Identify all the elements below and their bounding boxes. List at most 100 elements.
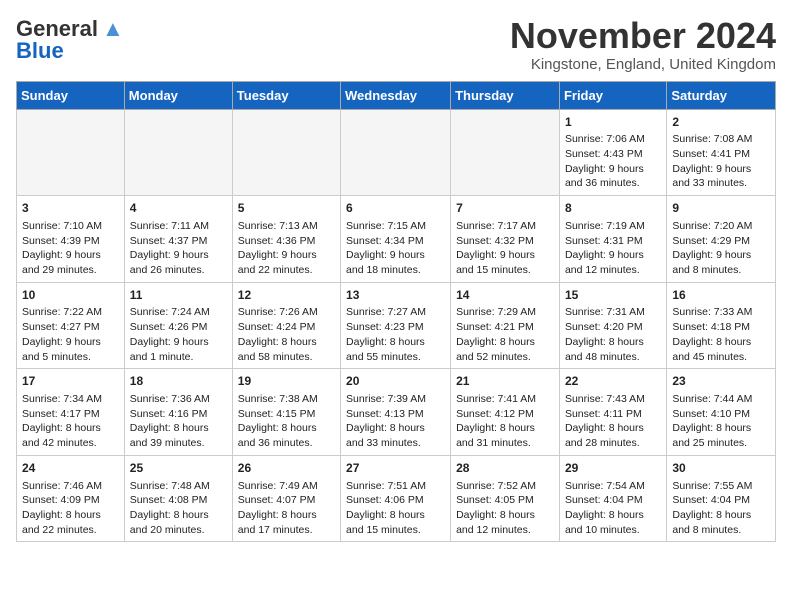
day-info-16: Sunrise: 7:33 AMSunset: 4:18 PMDaylight:… [672,305,770,364]
day-number-11: 11 [130,287,227,304]
day-info-4: Sunrise: 7:11 AMSunset: 4:37 PMDaylight:… [130,219,227,278]
day-info-22: Sunrise: 7:43 AMSunset: 4:11 PMDaylight:… [565,392,661,451]
day-number-30: 30 [672,460,770,477]
day-number-28: 28 [456,460,554,477]
day-number-15: 15 [565,287,661,304]
header-thursday: Thursday [451,81,560,109]
day-info-25: Sunrise: 7:48 AMSunset: 4:08 PMDaylight:… [130,479,227,538]
calendar-table: SundayMondayTuesdayWednesdayThursdayFrid… [16,81,776,543]
day-number-12: 12 [238,287,335,304]
calendar-empty [124,109,232,196]
calendar-day-10: 10Sunrise: 7:22 AMSunset: 4:27 PMDayligh… [17,282,125,369]
calendar-day-9: 9 Sunrise: 7:20 AMSunset: 4:29 PMDaylight… [667,196,776,283]
day-number-1: 1 [565,114,661,131]
calendar-day-22: 22Sunrise: 7:43 AMSunset: 4:11 PMDayligh… [559,369,666,456]
calendar-day-17: 17 Sunrise: 7:34 AMSunset: 4:17 PMDayligh… [17,369,125,456]
header-friday: Friday [559,81,666,109]
day-info-17: Sunrise: 7:34 AMSunset: 4:17 PMDaylight:… [22,392,119,451]
day-info-3: Sunrise: 7:10 AMSunset: 4:39 PMDaylight:… [22,219,119,278]
calendar-day-18: 18 Sunrise: 7:36 AMSunset: 4:16 PMDayligh… [124,369,232,456]
day-info-12: Sunrise: 7:26 AMSunset: 4:24 PMDaylight:… [238,305,335,364]
calendar-empty [17,109,125,196]
header-saturday: Saturday [667,81,776,109]
calendar-day-6: 6 Sunrise: 7:15 AMSunset: 4:34 PMDaylight… [341,196,451,283]
day-info-29: Sunrise: 7:54 AMSunset: 4:04 PMDaylight:… [565,479,661,538]
day-info-27: Sunrise: 7:51 AMSunset: 4:06 PMDaylight:… [346,479,445,538]
day-info-5: Sunrise: 7:13 AMSunset: 4:36 PMDaylight:… [238,219,335,278]
day-number-26: 26 [238,460,335,477]
title-block: November 2024 Kingstone, England, United… [510,16,776,73]
logo: General ▲ Blue [16,16,124,64]
logo-blue-text: Blue [16,38,64,64]
calendar-day-14: 14Sunrise: 7:29 AMSunset: 4:21 PMDayligh… [451,282,560,369]
day-info-13: Sunrise: 7:27 AMSunset: 4:23 PMDaylight:… [346,305,445,364]
day-info-20: Sunrise: 7:39 AMSunset: 4:13 PMDaylight:… [346,392,445,451]
calendar-day-30: 30 Sunrise: 7:55 AMSunset: 4:04 PMDayligh… [667,455,776,542]
day-number-19: 19 [238,373,335,390]
day-number-10: 10 [22,287,119,304]
day-number-23: 23 [672,373,770,390]
day-number-18: 18 [130,373,227,390]
calendar-week-3: 10Sunrise: 7:22 AMSunset: 4:27 PMDayligh… [17,282,776,369]
header-sunday: Sunday [17,81,125,109]
day-number-9: 9 [672,200,770,217]
day-number-14: 14 [456,287,554,304]
calendar-day-20: 20 Sunrise: 7:39 AMSunset: 4:13 PMDayligh… [341,369,451,456]
header-monday: Monday [124,81,232,109]
calendar-day-23: 23 Sunrise: 7:44 AMSunset: 4:10 PMDayligh… [667,369,776,456]
calendar-day-8: 8 Sunrise: 7:19 AMSunset: 4:31 PMDaylight… [559,196,666,283]
calendar-day-15: 15Sunrise: 7:31 AMSunset: 4:20 PMDayligh… [559,282,666,369]
header-tuesday: Tuesday [232,81,340,109]
calendar-day-1: 1Sunrise: 7:06 AMSunset: 4:43 PMDaylight… [559,109,666,196]
calendar-day-24: 24 Sunrise: 7:46 AMSunset: 4:09 PMDayligh… [17,455,125,542]
day-number-21: 21 [456,373,554,390]
day-info-2: Sunrise: 7:08 AMSunset: 4:41 PMDaylight:… [672,132,770,191]
day-info-8: Sunrise: 7:19 AMSunset: 4:31 PMDaylight:… [565,219,661,278]
calendar-week-5: 24 Sunrise: 7:46 AMSunset: 4:09 PMDayligh… [17,455,776,542]
calendar-header-row: SundayMondayTuesdayWednesdayThursdayFrid… [17,81,776,109]
day-number-13: 13 [346,287,445,304]
day-info-14: Sunrise: 7:29 AMSunset: 4:21 PMDaylight:… [456,305,554,364]
calendar-day-19: 19 Sunrise: 7:38 AMSunset: 4:15 PMDayligh… [232,369,340,456]
day-number-29: 29 [565,460,661,477]
calendar-day-16: 16Sunrise: 7:33 AMSunset: 4:18 PMDayligh… [667,282,776,369]
day-info-6: Sunrise: 7:15 AMSunset: 4:34 PMDaylight:… [346,219,445,278]
calendar-week-2: 3 Sunrise: 7:10 AMSunset: 4:39 PMDaylight… [17,196,776,283]
day-info-30: Sunrise: 7:55 AMSunset: 4:04 PMDaylight:… [672,479,770,538]
day-info-28: Sunrise: 7:52 AMSunset: 4:05 PMDaylight:… [456,479,554,538]
calendar-day-26: 26 Sunrise: 7:49 AMSunset: 4:07 PMDayligh… [232,455,340,542]
day-info-19: Sunrise: 7:38 AMSunset: 4:15 PMDaylight:… [238,392,335,451]
calendar-day-2: 2Sunrise: 7:08 AMSunset: 4:41 PMDaylight… [667,109,776,196]
calendar-day-27: 27Sunrise: 7:51 AMSunset: 4:06 PMDayligh… [341,455,451,542]
day-info-23: Sunrise: 7:44 AMSunset: 4:10 PMDaylight:… [672,392,770,451]
day-info-18: Sunrise: 7:36 AMSunset: 4:16 PMDaylight:… [130,392,227,451]
day-info-26: Sunrise: 7:49 AMSunset: 4:07 PMDaylight:… [238,479,335,538]
logo-bird-icon: ▲ [102,16,124,42]
calendar-day-11: 11Sunrise: 7:24 AMSunset: 4:26 PMDayligh… [124,282,232,369]
day-number-20: 20 [346,373,445,390]
calendar-week-1: 1Sunrise: 7:06 AMSunset: 4:43 PMDaylight… [17,109,776,196]
day-info-1: Sunrise: 7:06 AMSunset: 4:43 PMDaylight:… [565,132,661,191]
day-number-6: 6 [346,200,445,217]
calendar-empty [341,109,451,196]
day-number-24: 24 [22,460,119,477]
day-number-8: 8 [565,200,661,217]
day-number-16: 16 [672,287,770,304]
calendar-empty [451,109,560,196]
day-number-3: 3 [22,200,119,217]
day-info-24: Sunrise: 7:46 AMSunset: 4:09 PMDaylight:… [22,479,119,538]
day-number-17: 17 [22,373,119,390]
calendar-day-4: 4Sunrise: 7:11 AMSunset: 4:37 PMDaylight… [124,196,232,283]
calendar-day-29: 29 Sunrise: 7:54 AMSunset: 4:04 PMDayligh… [559,455,666,542]
calendar-day-13: 13Sunrise: 7:27 AMSunset: 4:23 PMDayligh… [341,282,451,369]
day-number-5: 5 [238,200,335,217]
location-text: Kingstone, England, United Kingdom [510,56,776,73]
day-info-9: Sunrise: 7:20 AMSunset: 4:29 PMDaylight:… [672,219,770,278]
calendar-day-7: 7Sunrise: 7:17 AMSunset: 4:32 PMDaylight… [451,196,560,283]
header-wednesday: Wednesday [341,81,451,109]
day-info-7: Sunrise: 7:17 AMSunset: 4:32 PMDaylight:… [456,219,554,278]
day-number-25: 25 [130,460,227,477]
calendar-day-3: 3 Sunrise: 7:10 AMSunset: 4:39 PMDaylight… [17,196,125,283]
page-header: General ▲ Blue November 2024 Kingstone, … [16,16,776,73]
calendar-day-28: 28 Sunrise: 7:52 AMSunset: 4:05 PMDayligh… [451,455,560,542]
